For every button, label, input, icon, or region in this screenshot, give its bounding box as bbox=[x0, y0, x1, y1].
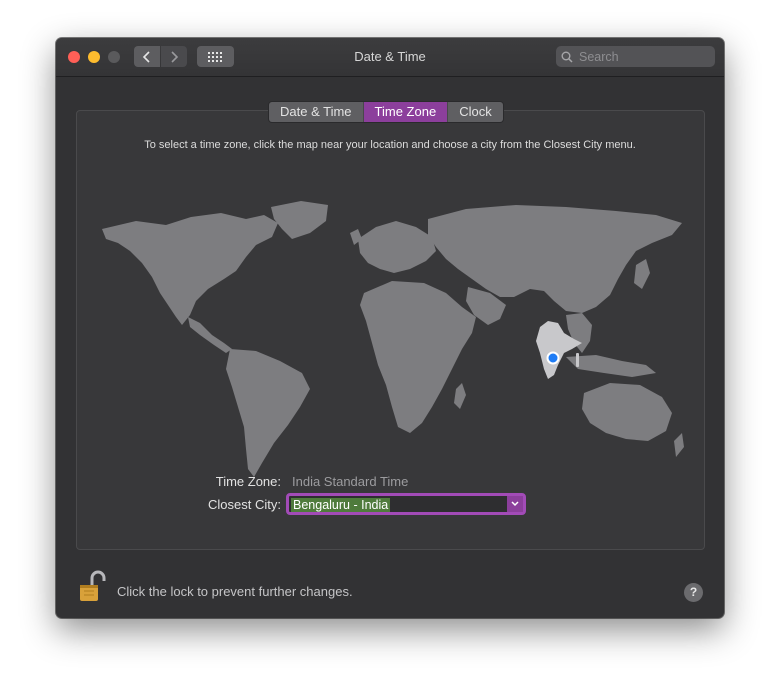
australia-region[interactable] bbox=[582, 383, 672, 441]
title-bar: Date & Time bbox=[56, 38, 724, 77]
indonesia-region[interactable] bbox=[566, 355, 656, 377]
lock-icon[interactable] bbox=[78, 569, 106, 603]
north-america-region[interactable] bbox=[102, 213, 278, 325]
greenland-region[interactable] bbox=[271, 201, 328, 239]
closest-city-label: Closest City: bbox=[208, 497, 281, 512]
time-zone-label: Time Zone: bbox=[215, 474, 281, 489]
tab-bar: Date & Time Time Zone Clock bbox=[268, 101, 504, 123]
andaman-islands-highlight bbox=[576, 353, 579, 367]
central-america-region[interactable] bbox=[188, 317, 232, 353]
search-field[interactable] bbox=[556, 46, 715, 67]
closest-city-input[interactable]: Bengaluru - India bbox=[291, 498, 391, 512]
europe-region[interactable] bbox=[358, 221, 436, 273]
time-zone-value: India Standard Time bbox=[292, 474, 409, 489]
search-icon bbox=[561, 51, 573, 63]
tab-time-zone[interactable]: Time Zone bbox=[363, 102, 449, 122]
tab-clock[interactable]: Clock bbox=[448, 102, 503, 122]
closest-city-combobox[interactable]: Bengaluru - India bbox=[286, 493, 526, 515]
japan-region[interactable] bbox=[634, 259, 650, 289]
south-america-region[interactable] bbox=[226, 349, 310, 477]
asia-region[interactable] bbox=[428, 205, 682, 313]
search-input[interactable] bbox=[577, 48, 711, 65]
chevron-down-icon bbox=[511, 501, 519, 507]
location-pin-icon[interactable] bbox=[546, 351, 560, 365]
tab-date-time[interactable]: Date & Time bbox=[269, 102, 364, 122]
world-map[interactable] bbox=[96, 193, 686, 483]
new-zealand-region[interactable] bbox=[674, 433, 684, 457]
closest-city-row: Closest City: Bengaluru - India bbox=[56, 493, 724, 517]
date-time-window: Date & Time Date & Time Time Zone Clock … bbox=[56, 38, 724, 618]
madagascar-region[interactable] bbox=[454, 383, 466, 409]
africa-region[interactable] bbox=[360, 281, 476, 433]
closest-city-dropdown-button[interactable] bbox=[507, 496, 523, 512]
lock-message: Click the lock to prevent further change… bbox=[117, 584, 353, 599]
help-button[interactable]: ? bbox=[684, 583, 703, 602]
instructions-text: To select a time zone, click the map nea… bbox=[144, 139, 636, 151]
time-zone-row: Time Zone: India Standard Time bbox=[56, 474, 724, 494]
